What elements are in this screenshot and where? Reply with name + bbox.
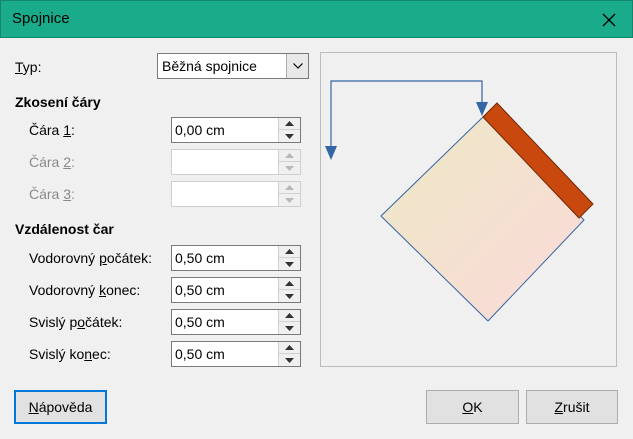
v-start-label: Svislý počátek: bbox=[29, 314, 123, 330]
h-start-decrement[interactable] bbox=[279, 258, 300, 270]
line2-decrement bbox=[279, 162, 300, 174]
spin-up-icon bbox=[285, 281, 294, 286]
spin-down-icon bbox=[285, 261, 294, 267]
preview-shape bbox=[380, 116, 585, 322]
h-end-increment[interactable] bbox=[279, 278, 300, 290]
h-end-spinbox[interactable]: 0,50 cm bbox=[171, 277, 301, 303]
spin-down-icon bbox=[285, 357, 294, 363]
connector-type-select[interactable]: Běžná spojnice bbox=[157, 53, 309, 79]
v-start-increment[interactable] bbox=[279, 310, 300, 322]
line2-spinbox bbox=[171, 149, 301, 175]
cancel-button[interactable]: Zrušit bbox=[526, 390, 618, 424]
v-start-decrement[interactable] bbox=[279, 322, 300, 334]
spin-down-icon bbox=[285, 293, 294, 299]
line2-increment bbox=[279, 150, 300, 162]
spacing-heading: Vzdálenost čar bbox=[15, 221, 114, 237]
h-end-decrement[interactable] bbox=[279, 290, 300, 302]
v-end-value: 0,50 cm bbox=[175, 346, 225, 362]
h-end-label: Vodorovný konec: bbox=[29, 282, 141, 298]
v-start-value: 0,50 cm bbox=[175, 314, 225, 330]
line1-decrement[interactable] bbox=[279, 130, 300, 142]
line3-decrement bbox=[279, 194, 300, 206]
spin-down-icon bbox=[285, 165, 294, 171]
spin-up-icon bbox=[285, 249, 294, 254]
close-button[interactable] bbox=[586, 1, 632, 38]
line1-label: Čára 1: bbox=[29, 122, 75, 138]
spin-up-icon bbox=[285, 345, 294, 350]
window-title: Spojnice bbox=[12, 10, 70, 27]
preview-arrow-head-left bbox=[325, 146, 337, 160]
spin-down-icon bbox=[285, 133, 294, 139]
combo-dropdown-button[interactable] bbox=[286, 54, 308, 78]
h-start-spinbox[interactable]: 0,50 cm bbox=[171, 245, 301, 271]
spin-up-icon bbox=[285, 313, 294, 318]
title-bar: Spojnice bbox=[0, 0, 633, 38]
v-end-decrement[interactable] bbox=[279, 354, 300, 366]
line3-spinbox bbox=[171, 181, 301, 207]
h-start-increment[interactable] bbox=[279, 246, 300, 258]
v-end-spinbox[interactable]: 0,50 cm bbox=[171, 341, 301, 367]
h-start-value: 0,50 cm bbox=[175, 250, 225, 266]
type-label: Typ: bbox=[15, 59, 42, 75]
close-icon bbox=[602, 13, 616, 26]
preview-connector-line bbox=[330, 80, 483, 148]
spin-down-icon bbox=[285, 197, 294, 203]
connector-preview bbox=[320, 52, 617, 367]
v-end-label: Svislý konec: bbox=[29, 346, 111, 362]
ok-button[interactable]: OK bbox=[426, 390, 519, 424]
line3-label: Čára 3: bbox=[29, 186, 75, 202]
line2-label: Čára 2: bbox=[29, 154, 75, 170]
v-end-increment[interactable] bbox=[279, 342, 300, 354]
line1-spinbox[interactable]: 0,00 cm bbox=[171, 117, 301, 143]
spin-up-icon bbox=[285, 185, 294, 190]
line1-value: 0,00 cm bbox=[175, 122, 225, 138]
h-end-value: 0,50 cm bbox=[175, 282, 225, 298]
line1-increment[interactable] bbox=[279, 118, 300, 130]
h-start-label: Vodorovný počátek: bbox=[29, 250, 152, 266]
connector-type-value: Běžná spojnice bbox=[162, 58, 257, 74]
skew-heading: Zkosení čáry bbox=[15, 94, 101, 110]
spin-up-icon bbox=[285, 153, 294, 158]
line3-increment bbox=[279, 182, 300, 194]
chevron-down-icon bbox=[292, 63, 303, 69]
preview-drawing bbox=[325, 80, 594, 322]
v-start-spinbox[interactable]: 0,50 cm bbox=[171, 309, 301, 335]
spin-down-icon bbox=[285, 325, 294, 331]
help-button[interactable]: Nápověda bbox=[14, 390, 107, 424]
spin-up-icon bbox=[285, 121, 294, 126]
